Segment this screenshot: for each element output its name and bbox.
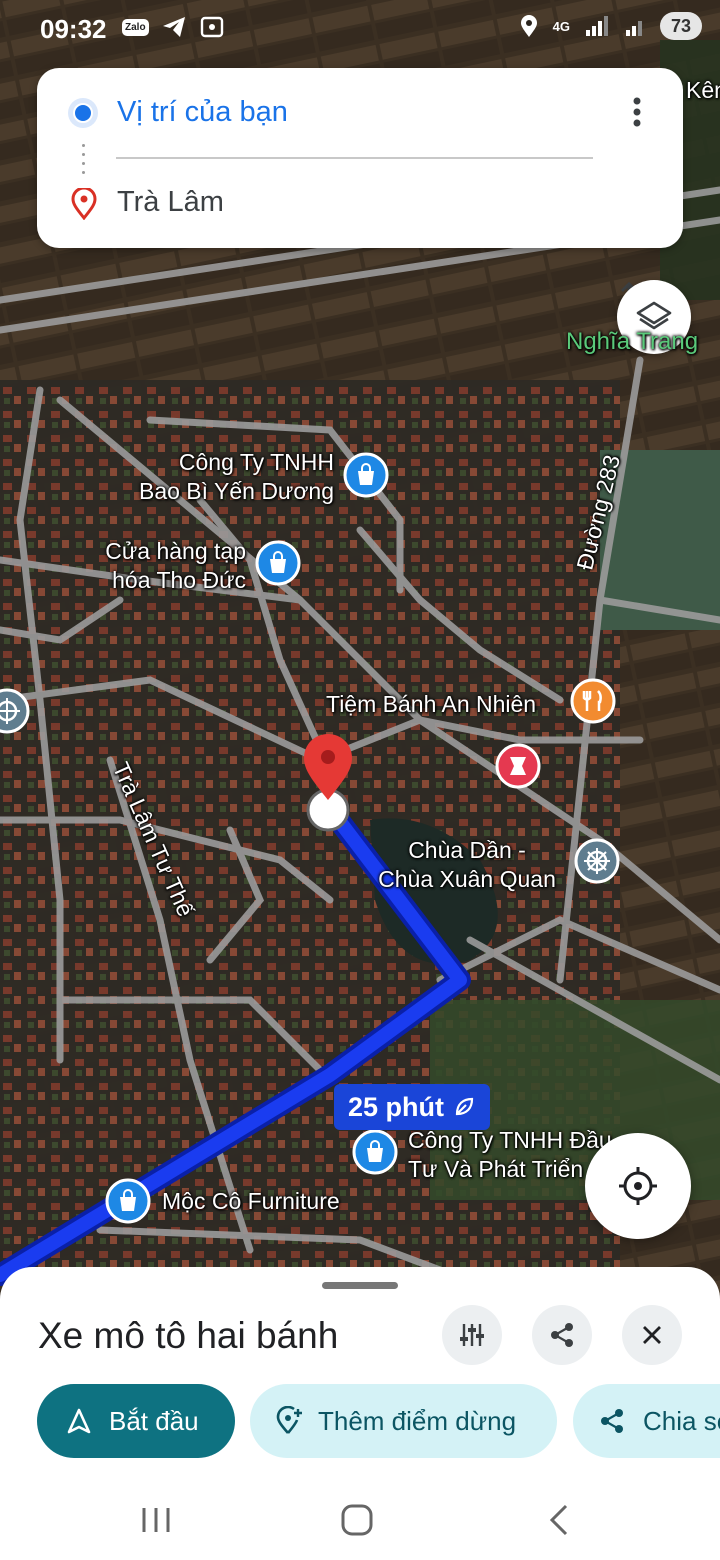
navigation-arrow-icon bbox=[67, 1408, 91, 1434]
poi-label[interactable]: Tiệm Bánh An Nhiên bbox=[326, 690, 536, 719]
field-divider bbox=[116, 157, 593, 159]
shopping-bag-icon[interactable] bbox=[105, 1178, 151, 1224]
location-status-icon bbox=[520, 15, 537, 37]
origin-dot-icon bbox=[68, 98, 98, 128]
start-label: Bắt đầu bbox=[109, 1405, 199, 1436]
status-bar: 09:32 Zalo 4G 73 bbox=[0, 0, 720, 60]
signal-2-icon bbox=[626, 21, 642, 36]
poi-label[interactable]: Công Ty TNHH Đầu Tư Và Phát Triển bbox=[408, 1126, 612, 1184]
poi-label[interactable]: Chùa Dần - Chùa Xuân Quan bbox=[362, 836, 572, 894]
recent-apps-icon[interactable] bbox=[136, 1500, 176, 1540]
poi-label[interactable]: Công Ty TNHH Bao Bì Yến Dương bbox=[120, 448, 334, 506]
travel-mode-title: Xe mô tô hai bánh bbox=[38, 1315, 339, 1356]
route-options-button[interactable] bbox=[442, 1305, 502, 1365]
directions-card: Vị trí của bạn Trà Lâm bbox=[37, 68, 683, 313]
zalo-icon: Zalo bbox=[122, 18, 149, 36]
restaurant-icon[interactable] bbox=[570, 678, 616, 724]
share-icon bbox=[601, 1409, 623, 1433]
back-icon[interactable] bbox=[540, 1500, 580, 1540]
telegram-icon bbox=[162, 17, 185, 37]
poi-label[interactable]: Cửa hàng tạp hóa Tho Đức bbox=[88, 537, 246, 595]
eta-text: 25 phút bbox=[348, 1091, 445, 1122]
start-navigation-button[interactable]: Bắt đầu bbox=[37, 1384, 235, 1458]
tune-icon bbox=[460, 1324, 484, 1346]
share-route-button[interactable] bbox=[532, 1305, 592, 1365]
origin-field[interactable]: Vị trí của bạn bbox=[117, 96, 288, 129]
pharmacy-icon[interactable] bbox=[495, 743, 541, 789]
destination-field[interactable]: Trà Lâm bbox=[117, 186, 224, 219]
share-label: Chia sẻ bbox=[643, 1405, 720, 1436]
more-options-icon[interactable] bbox=[617, 92, 657, 132]
my-location-button[interactable] bbox=[585, 1133, 691, 1239]
screenshot-icon bbox=[200, 16, 223, 38]
origin-row[interactable]: Vị trí của bạn bbox=[37, 82, 683, 142]
shopping-bag-icon[interactable] bbox=[255, 540, 301, 586]
shopping-bag-icon[interactable] bbox=[343, 452, 389, 498]
add-stop-label: Thêm điểm dừng bbox=[318, 1405, 517, 1436]
home-icon[interactable] bbox=[337, 1500, 377, 1540]
add-location-icon bbox=[276, 1406, 302, 1434]
map-label-nghia-trang: Nghĩa Trang bbox=[566, 328, 699, 355]
battery-icon: 73 bbox=[660, 12, 702, 40]
network-type-label: 4G bbox=[552, 18, 570, 34]
dharma-wheel-icon[interactable] bbox=[0, 688, 30, 734]
eco-leaf-icon bbox=[455, 1097, 474, 1116]
dharma-wheel-icon[interactable] bbox=[574, 838, 620, 884]
poi-label[interactable]: Mộc Cô Furniture bbox=[162, 1187, 340, 1216]
map-label-ken: Kên bbox=[686, 77, 720, 103]
sheet-drag-handle[interactable] bbox=[322, 1282, 398, 1289]
route-eta-badge[interactable]: 25 phút bbox=[334, 1084, 491, 1130]
signal-icon bbox=[586, 16, 608, 36]
route-connector bbox=[82, 144, 86, 174]
close-icon bbox=[643, 1326, 661, 1344]
destination-row[interactable]: Trà Lâm bbox=[37, 172, 683, 313]
share-icon bbox=[551, 1323, 573, 1347]
share-chip-button[interactable]: Chia sẻ bbox=[573, 1384, 720, 1458]
destination-pin-icon bbox=[71, 188, 97, 220]
close-button[interactable] bbox=[622, 1305, 682, 1365]
system-navigation-bar bbox=[0, 1480, 720, 1560]
crosshair-icon bbox=[619, 1167, 657, 1205]
shopping-bag-icon[interactable] bbox=[352, 1129, 398, 1175]
add-stop-button[interactable]: Thêm điểm dừng bbox=[250, 1384, 557, 1458]
status-time: 09:32 bbox=[40, 14, 107, 44]
